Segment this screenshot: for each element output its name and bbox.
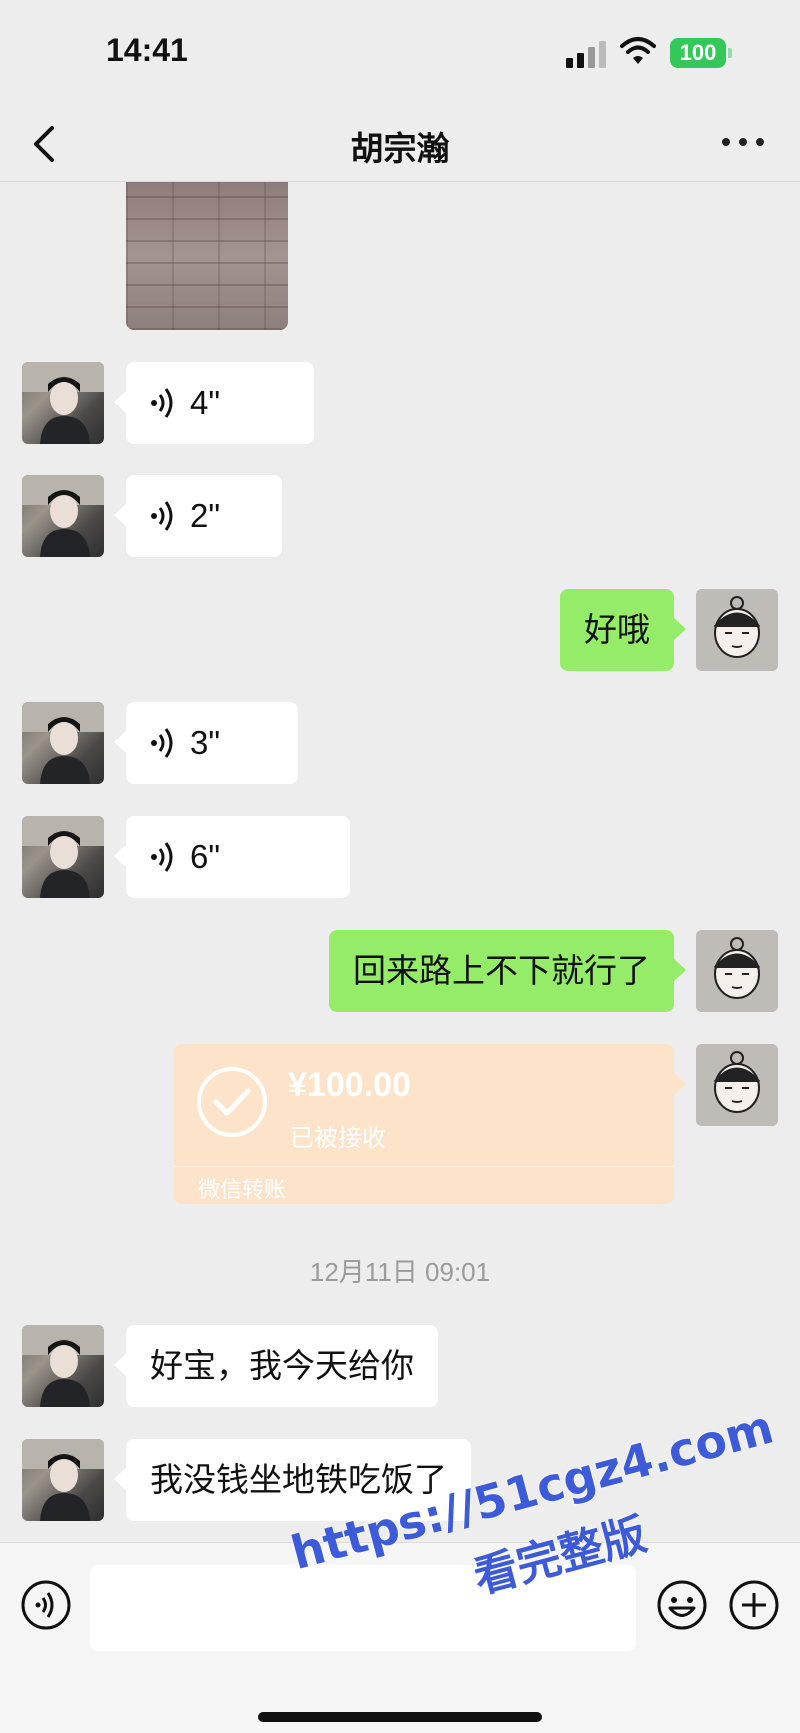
contact-avatar[interactable] bbox=[22, 816, 104, 898]
voice-wave-icon bbox=[151, 728, 173, 758]
voice-message[interactable]: 2" bbox=[114, 475, 282, 557]
image-message[interactable] bbox=[126, 182, 288, 330]
battery-icon: 100 bbox=[670, 38, 732, 68]
wifi-icon bbox=[620, 37, 656, 64]
text-message[interactable]: 好哦 bbox=[560, 589, 686, 671]
message-list[interactable]: 4" 2" 好哦 3" 6" 回来路上不下就行了 ¥100.00 已被接收 微信… bbox=[0, 182, 800, 1542]
emoji-icon[interactable] bbox=[656, 1579, 708, 1631]
voice-wave-icon bbox=[151, 388, 173, 418]
voice-message[interactable]: 6" bbox=[114, 816, 350, 898]
contact-avatar[interactable] bbox=[22, 1325, 104, 1407]
transfer-status: 已被接收 bbox=[290, 1124, 386, 1152]
contact-avatar[interactable] bbox=[22, 362, 104, 444]
signal-icon bbox=[566, 40, 608, 68]
voice-message[interactable]: 4" bbox=[114, 362, 314, 444]
contact-avatar[interactable] bbox=[22, 702, 104, 784]
contact-avatar[interactable] bbox=[22, 475, 104, 557]
voice-toggle-icon[interactable] bbox=[20, 1579, 72, 1631]
home-indicator bbox=[258, 1712, 542, 1722]
text-message[interactable]: 回来路上不下就行了 bbox=[329, 930, 686, 1012]
chat-title: 胡宗瀚 bbox=[350, 129, 450, 168]
transfer-divider bbox=[174, 1166, 674, 1167]
check-circle-icon bbox=[197, 1067, 267, 1137]
more-dots-icon[interactable] bbox=[722, 134, 764, 148]
status-bar: 14:41 100 bbox=[0, 0, 800, 108]
transfer-label: 微信转账 bbox=[198, 1178, 287, 1203]
my-avatar[interactable] bbox=[696, 1044, 778, 1126]
message-timestamp: 12月11日 09:01 bbox=[309, 1257, 491, 1287]
transfer-card[interactable]: ¥100.00 已被接收 微信转账 bbox=[174, 1044, 686, 1204]
voice-duration: 3" bbox=[190, 724, 221, 761]
voice-wave-icon bbox=[151, 842, 173, 872]
text-message[interactable]: 我没钱坐地铁吃饭了 bbox=[114, 1439, 471, 1521]
text-message[interactable]: 好宝，我今天给你 bbox=[114, 1325, 438, 1407]
chat-header: 胡宗瀚 bbox=[0, 108, 800, 182]
voice-message[interactable]: 3" bbox=[114, 702, 298, 784]
input-bar bbox=[0, 1542, 800, 1733]
my-avatar[interactable] bbox=[696, 589, 778, 671]
voice-duration: 4" bbox=[190, 384, 221, 421]
voice-wave-icon bbox=[151, 501, 173, 531]
transfer-amount: ¥100.00 bbox=[288, 1066, 411, 1104]
my-avatar[interactable] bbox=[696, 930, 778, 1012]
voice-duration: 2" bbox=[190, 497, 221, 534]
contact-avatar[interactable] bbox=[22, 1439, 104, 1521]
status-time: 14:41 bbox=[106, 32, 188, 68]
plus-icon[interactable] bbox=[728, 1579, 780, 1631]
voice-duration: 6" bbox=[190, 838, 221, 875]
message-input[interactable] bbox=[90, 1565, 636, 1651]
